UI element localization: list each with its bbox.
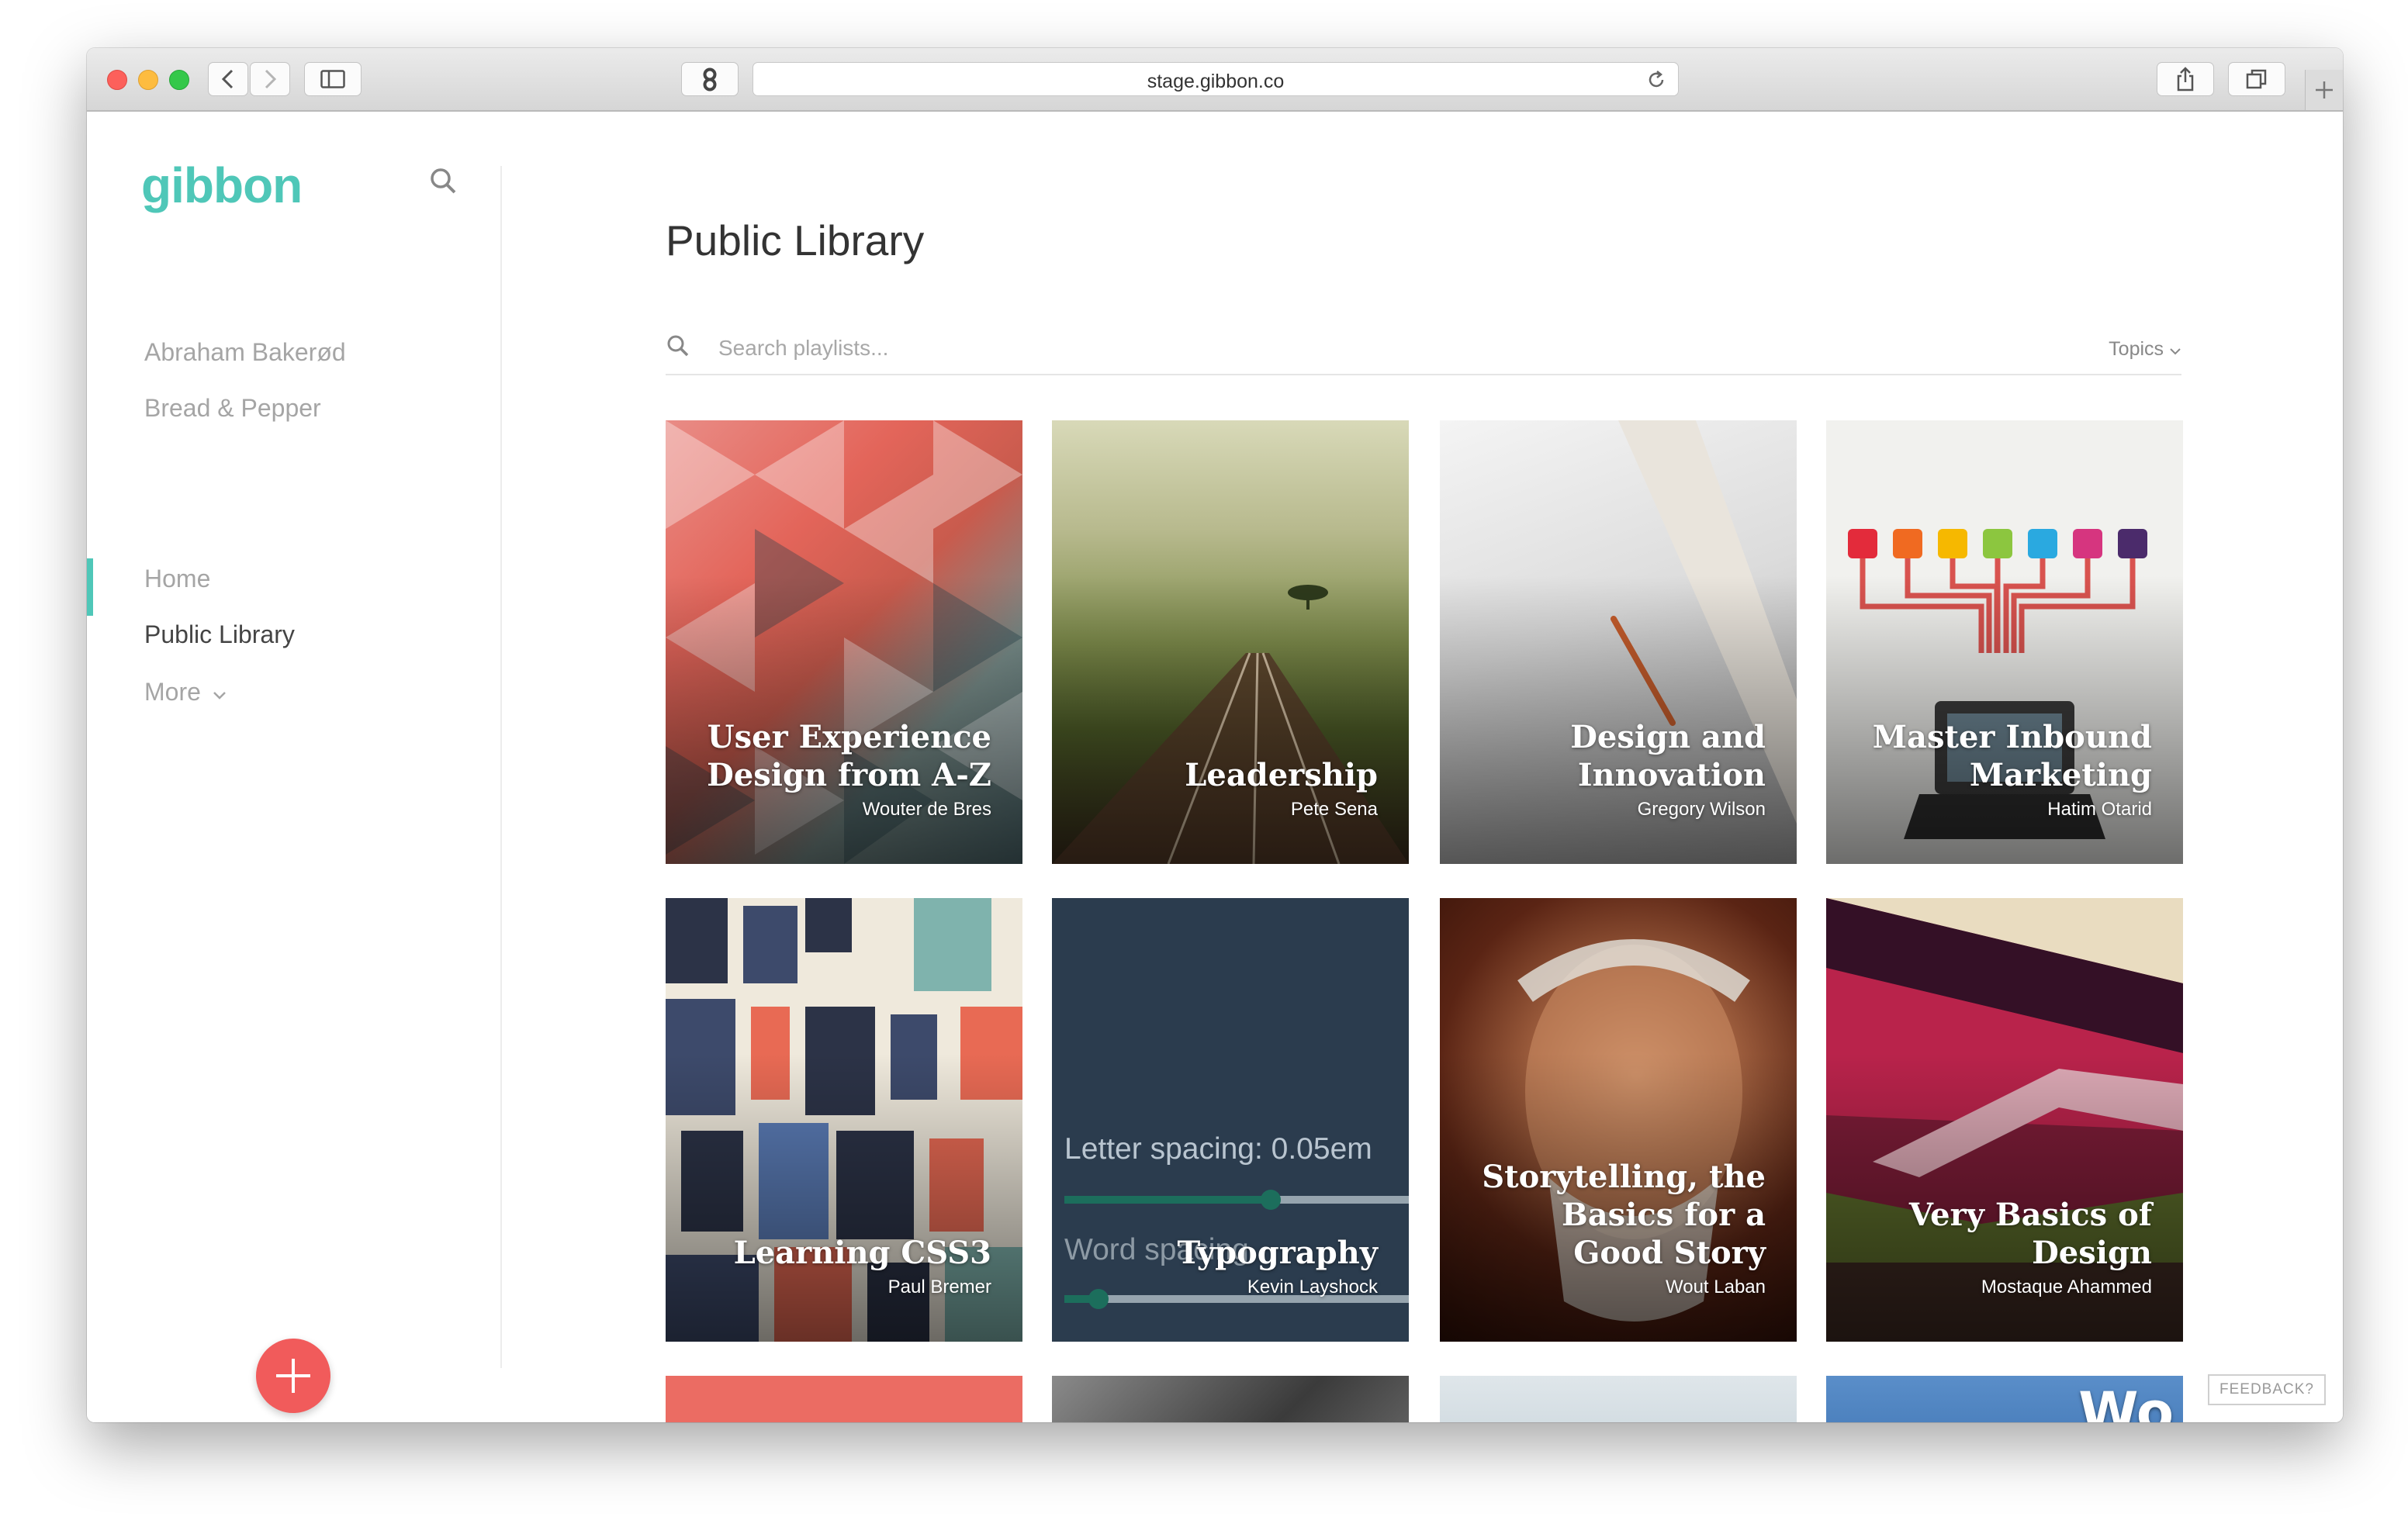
share-button[interactable] bbox=[2157, 62, 2214, 96]
chevron-left-icon bbox=[221, 69, 234, 89]
playlist-card[interactable]: Master Inbound Marketing Hatim Otarid bbox=[1826, 420, 2183, 864]
gibbon-extension-icon bbox=[703, 67, 717, 92]
card-meta: Typography Kevin Layshock bbox=[1075, 1234, 1378, 1298]
card-title: Master Inbound Marketing bbox=[1872, 719, 2152, 793]
card-author: Kevin Layshock bbox=[1247, 1277, 1378, 1297]
playlist-card[interactable]: Very Basics of Design Mostaque Ahammed bbox=[1826, 898, 2183, 1342]
add-playlist-button[interactable] bbox=[256, 1339, 330, 1413]
card-author: Gregory Wilson bbox=[1637, 799, 1766, 820]
org-link-abraham-bakerod[interactable]: Abraham Bakerød bbox=[144, 338, 346, 367]
tabs-overview-button[interactable] bbox=[2228, 62, 2285, 96]
nav-more-label: More bbox=[144, 678, 201, 706]
sidebar-icon bbox=[320, 70, 345, 88]
sidebar-divider bbox=[500, 166, 502, 1368]
card-title: Learning CSS3 bbox=[733, 1235, 991, 1271]
playlist-search-bar: Topics bbox=[666, 330, 2181, 375]
extension-button[interactable] bbox=[681, 62, 739, 96]
card-meta: Very Basics of Design Mostaque Ahammed bbox=[1849, 1196, 2152, 1298]
card-meta: User Experience Design from A-Z Wouter d… bbox=[689, 718, 991, 821]
page-content: gibbon Abraham Bakerød Bread & Pepper Ho… bbox=[87, 112, 2343, 1422]
playlist-card[interactable]: Storytelling, the Basics for a Good Stor… bbox=[1440, 898, 1797, 1342]
chevron-down-icon bbox=[2170, 348, 2181, 355]
gibbon-logo[interactable]: gibbon bbox=[141, 157, 303, 214]
card-meta: Leadership Pete Sena bbox=[1075, 756, 1378, 821]
card-author: Wouter de Bres bbox=[862, 799, 991, 820]
playlist-card[interactable]: Wo bbox=[1826, 1376, 2183, 1422]
feedback-button[interactable]: FEEDBACK? bbox=[2208, 1374, 2326, 1405]
playlist-card[interactable] bbox=[1440, 1376, 1797, 1422]
card-visible-text: Wo bbox=[2078, 1380, 2174, 1422]
playlist-card[interactable]: Leadership Pete Sena bbox=[1052, 420, 1409, 864]
share-icon bbox=[2177, 67, 2194, 92]
browser-window: stage.gibbon.co gibbon Abraham Bakerød B… bbox=[87, 48, 2343, 1422]
browser-toolbar: stage.gibbon.co bbox=[87, 48, 2343, 112]
card-title: Typography bbox=[1177, 1235, 1378, 1271]
tabs-icon bbox=[2246, 69, 2267, 89]
topics-dropdown[interactable]: Topics bbox=[2109, 338, 2181, 361]
chevron-down-icon bbox=[213, 692, 226, 700]
close-window-button[interactable] bbox=[107, 70, 127, 90]
card-title: Leadership bbox=[1185, 757, 1378, 793]
card-meta: Master Inbound Marketing Hatim Otarid bbox=[1849, 718, 2152, 821]
card-title: Very Basics of Design bbox=[1908, 1197, 2152, 1271]
playlist-card[interactable]: Letter spacing: 0.05em Word spacing Typo… bbox=[1052, 898, 1409, 1342]
card-author: Mostaque Ahammed bbox=[1981, 1277, 2152, 1297]
back-button[interactable] bbox=[208, 62, 248, 96]
playlist-card[interactable]: Design and Innovation Gregory Wilson bbox=[1440, 420, 1797, 864]
reload-icon[interactable] bbox=[1645, 69, 1667, 91]
letter-spacing-slider bbox=[1064, 1190, 1409, 1210]
page-title: Public Library bbox=[666, 216, 925, 264]
plus-icon bbox=[2316, 81, 2333, 98]
card-title: User Experience Design from A-Z bbox=[707, 719, 991, 793]
playlist-card[interactable] bbox=[666, 1376, 1022, 1422]
playlist-card[interactable]: Learning CSS3 Paul Bremer bbox=[666, 898, 1022, 1342]
letter-spacing-knob bbox=[1261, 1190, 1282, 1210]
active-nav-indicator bbox=[87, 558, 93, 616]
nav-more[interactable]: More bbox=[144, 678, 227, 707]
minimize-window-button[interactable] bbox=[138, 70, 158, 90]
org-link-bread-and-pepper[interactable]: Bread & Pepper bbox=[144, 394, 321, 423]
playlist-card[interactable]: User Experience Design from A-Z Wouter d… bbox=[666, 420, 1022, 864]
playlist-card[interactable] bbox=[1052, 1376, 1409, 1422]
topics-label: Topics bbox=[2109, 338, 2164, 360]
card-title: Design and Innovation bbox=[1570, 719, 1766, 793]
address-bar[interactable]: stage.gibbon.co bbox=[752, 62, 1679, 96]
url-text: stage.gibbon.co bbox=[1147, 71, 1285, 92]
card-meta: Design and Innovation Gregory Wilson bbox=[1463, 718, 1766, 821]
search-icon[interactable] bbox=[428, 166, 459, 197]
search-playlists-input[interactable] bbox=[717, 330, 1884, 366]
search-icon bbox=[667, 335, 689, 357]
nav-public-library[interactable]: Public Library bbox=[144, 620, 295, 649]
letter-spacing-label: Letter spacing: 0.05em bbox=[1064, 1132, 1372, 1166]
card-author: Paul Bremer bbox=[887, 1277, 991, 1297]
sidebar-toggle-button[interactable] bbox=[304, 62, 362, 96]
nav-home[interactable]: Home bbox=[144, 565, 210, 593]
card-meta: Learning CSS3 Paul Bremer bbox=[689, 1234, 991, 1298]
zoom-window-button[interactable] bbox=[169, 70, 189, 90]
card-author: Hatim Otarid bbox=[2047, 799, 2152, 820]
letter-spacing-fill bbox=[1064, 1196, 1271, 1204]
forward-button[interactable] bbox=[250, 62, 290, 96]
card-author: Wout Laban bbox=[1666, 1277, 1766, 1297]
chevron-right-icon bbox=[265, 69, 277, 89]
card-author: Pete Sena bbox=[1290, 799, 1378, 820]
new-tab-button[interactable] bbox=[2305, 70, 2343, 110]
card-title: Storytelling, the Basics for a Good Stor… bbox=[1482, 1159, 1766, 1271]
card-meta: Storytelling, the Basics for a Good Stor… bbox=[1463, 1158, 1766, 1298]
